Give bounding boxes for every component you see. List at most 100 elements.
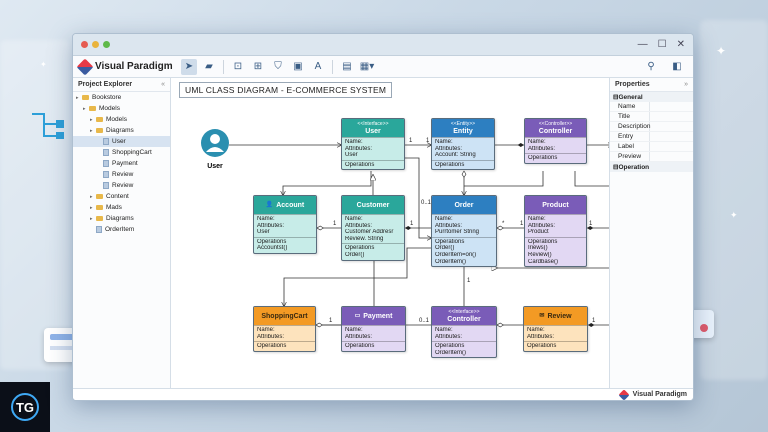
class-header: <<Interface>> User bbox=[342, 119, 404, 137]
tree-item[interactable]: ▸ Bookstore bbox=[73, 92, 170, 103]
class-attributes: Name:Attributes: bbox=[342, 325, 405, 341]
search-icon[interactable]: ⚲ bbox=[643, 59, 659, 75]
close-icon[interactable]: ✕ bbox=[677, 39, 685, 50]
close-dot-icon[interactable] bbox=[81, 41, 88, 48]
collapse-icon[interactable]: « bbox=[161, 81, 165, 88]
tree-item[interactable]: ShoppingCart bbox=[73, 147, 170, 158]
actor-user[interactable]: User bbox=[197, 128, 233, 172]
tree-item-label: Bookstore bbox=[92, 94, 122, 101]
operation-line: Iriews() bbox=[528, 245, 548, 252]
tree-item-label: Review bbox=[112, 182, 134, 189]
class-account[interactable]: 👤 Account Name: Attributes: User Operations Ac… bbox=[253, 195, 317, 254]
zoom-icon[interactable]: ⊡ bbox=[230, 59, 246, 75]
property-row[interactable]: Description bbox=[610, 122, 693, 132]
class-icon: ▭ bbox=[354, 313, 361, 319]
property-row[interactable]: Name bbox=[610, 102, 693, 112]
properties-panel: Properties » ⊟ General Name Title Descripti… bbox=[609, 78, 693, 400]
channel-logo: TG bbox=[0, 382, 50, 432]
maximize-dot-icon[interactable] bbox=[103, 41, 110, 48]
file-icon bbox=[96, 226, 102, 233]
tree-item[interactable]: ▸ Mads bbox=[73, 202, 170, 213]
multiplicity-label: 1 bbox=[426, 138, 430, 144]
class-name: User bbox=[365, 127, 381, 135]
class-attributes: Name: Attributes: Account: String bbox=[432, 137, 494, 160]
class-review-bot[interactable]: ✉ Review Name: Attributes: Operations bbox=[523, 306, 588, 352]
tree-item-label: Payment bbox=[112, 160, 138, 167]
sidebar-icon[interactable]: ◧ bbox=[669, 59, 685, 75]
file-icon bbox=[103, 138, 109, 145]
property-row[interactable]: Entry bbox=[610, 132, 693, 142]
property-row[interactable]: Title bbox=[610, 112, 693, 122]
class-name: Review bbox=[547, 312, 572, 320]
property-row[interactable]: Label bbox=[610, 142, 693, 152]
operation-line: Operations bbox=[345, 161, 375, 168]
tree-item[interactable]: ▸ Diagrams bbox=[73, 213, 170, 224]
attribute-line: Name: bbox=[345, 216, 363, 222]
attribute-line: Attributes: bbox=[527, 333, 555, 340]
tree-item[interactable]: ▸ Models bbox=[73, 103, 170, 114]
tree-item[interactable]: Payment bbox=[73, 158, 170, 169]
class-operations: Operations OrderItem() bbox=[432, 341, 496, 357]
minimize-icon[interactable]: — bbox=[638, 39, 648, 50]
table-icon[interactable]: ▦▾ bbox=[359, 59, 375, 75]
class-product[interactable]: Product Name: Attributes: Product Operations… bbox=[524, 195, 587, 268]
operation-line: Operations bbox=[435, 161, 465, 168]
class-order[interactable]: Order Name: Attributes: Purrtomer String Ope… bbox=[431, 195, 497, 268]
tree-item[interactable]: Review bbox=[73, 169, 170, 180]
diagram-canvas[interactable]: UML CLASS DIAGRAM - E-COMMERCE SYSTEM Us… bbox=[171, 78, 675, 388]
add-class-icon[interactable]: ⊞ bbox=[250, 59, 266, 75]
property-section[interactable]: ⊟ General bbox=[610, 92, 693, 102]
maximize-icon[interactable]: ☐ bbox=[658, 39, 667, 50]
property-section[interactable]: ⊟ Operation bbox=[610, 162, 693, 172]
class-operations: Operations Iriews() Review() Cardbase() bbox=[525, 236, 586, 266]
image-icon[interactable]: ▣ bbox=[290, 59, 306, 75]
class-controller[interactable]: <<Controller>> Controller Name: Attributes:… bbox=[524, 118, 587, 164]
attribute-line: Attributes: bbox=[345, 333, 373, 340]
tree-item[interactable]: Review bbox=[73, 180, 170, 191]
attribute-line: Name: bbox=[527, 327, 545, 333]
class-title-row: Controller bbox=[447, 316, 480, 323]
tree-item[interactable]: OrderItem bbox=[73, 224, 170, 235]
class-controller2[interactable]: <<Interface>> Controller Name: Attributes: O… bbox=[431, 306, 497, 359]
filter-icon[interactable]: ⛉ bbox=[270, 59, 286, 75]
tree-item[interactable]: ▸ Diagrams bbox=[73, 125, 170, 136]
text-icon[interactable]: A bbox=[310, 59, 326, 75]
operation-line: Operations bbox=[527, 343, 557, 350]
title-bar: — ☐ ✕ bbox=[73, 34, 693, 56]
attribute-line: Product bbox=[528, 229, 549, 236]
class-operations: Operations Order() OrderItem=on() OrderItem… bbox=[432, 236, 496, 266]
minimize-dot-icon[interactable] bbox=[92, 41, 99, 48]
property-key: Title bbox=[610, 112, 650, 121]
tree-item[interactable]: ▸ Content bbox=[73, 191, 170, 202]
toolbar-divider bbox=[223, 59, 224, 74]
attribute-line: Attributes: bbox=[435, 222, 463, 229]
orderitem-order-generalization bbox=[497, 268, 611, 306]
tree-item[interactable]: User bbox=[73, 136, 170, 147]
folder-icon[interactable]: ▰ bbox=[201, 59, 217, 75]
class-user[interactable]: <<Interface>> User Name: Attributes: User Ope… bbox=[341, 118, 405, 171]
collapse-icon[interactable]: » bbox=[684, 81, 688, 88]
footer-brand: Visual Paradigm bbox=[632, 391, 687, 398]
attribute-line: Name: bbox=[257, 327, 275, 333]
class-entity[interactable]: <<Entity>> Entity Name: Attributes: Account:… bbox=[431, 118, 495, 171]
user-actor-icon bbox=[201, 129, 229, 157]
pointer-icon[interactable]: ➤ bbox=[181, 58, 197, 75]
layout-icon[interactable]: ▤ bbox=[339, 59, 355, 75]
class-name: ShoppingCart bbox=[261, 312, 308, 320]
multiplicity-label: 1 bbox=[520, 221, 524, 227]
class-operations: Operations bbox=[432, 159, 494, 170]
class-payment[interactable]: ▭ Payment Name: Attributes: Operations bbox=[341, 306, 406, 352]
class-cart[interactable]: ShoppingCart Name: Attributes: Operations bbox=[253, 306, 316, 352]
class-attributes: Name: Attributes: Purrtomer String bbox=[432, 214, 496, 237]
app-name: Visual Paradigm bbox=[95, 61, 173, 72]
property-row[interactable]: Preview bbox=[610, 152, 693, 162]
user-account-link bbox=[283, 171, 372, 195]
file-icon bbox=[103, 160, 109, 167]
tree-item[interactable]: ▸ Models bbox=[73, 114, 170, 125]
class-customer[interactable]: Customer Name: Attributes: Customer Addresr… bbox=[341, 195, 405, 261]
class-operations: Operations bbox=[524, 341, 587, 351]
attribute-line: Name: bbox=[435, 139, 453, 145]
multiplicity-label: 1 bbox=[592, 318, 596, 324]
class-operations: Operations bbox=[525, 153, 586, 163]
explorer-header: Project Explorer « bbox=[73, 78, 170, 92]
